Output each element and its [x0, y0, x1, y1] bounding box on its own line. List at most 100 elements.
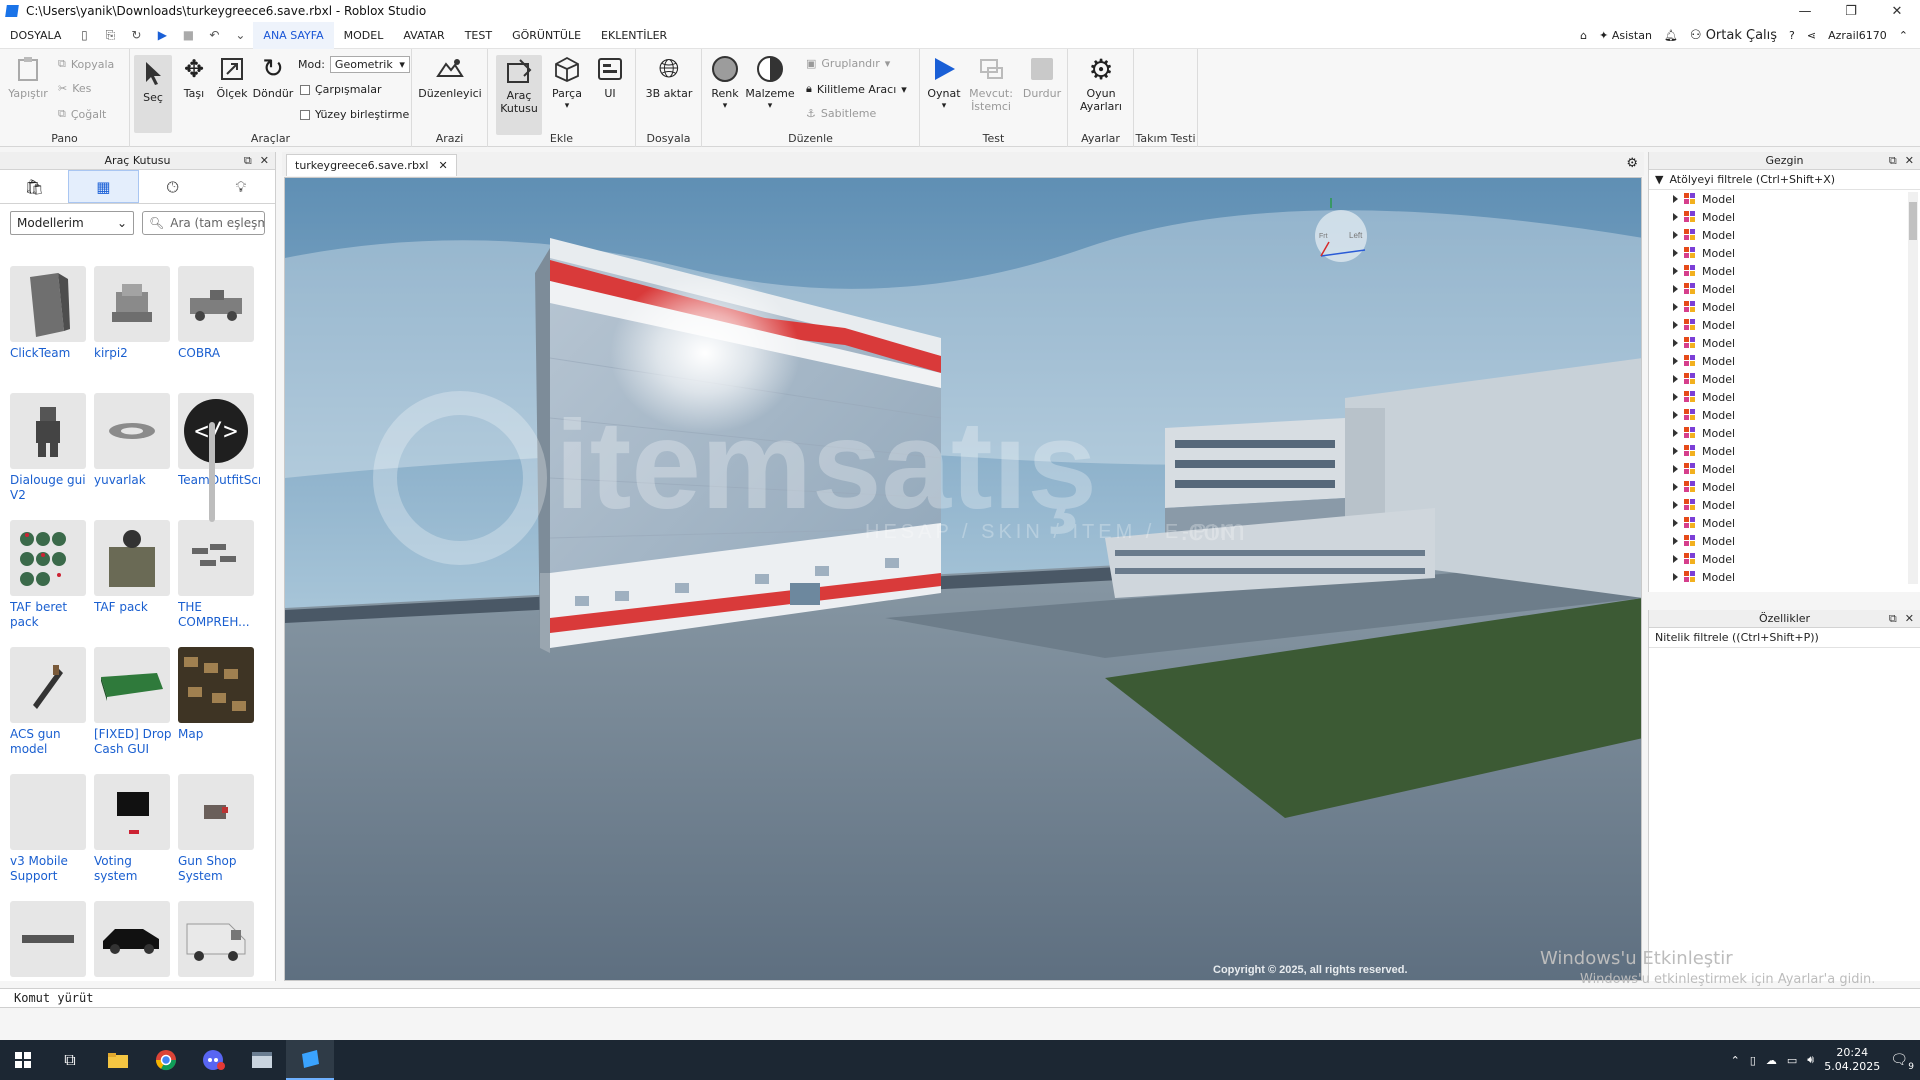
toolbox-item-thumbnail[interactable] — [10, 520, 86, 596]
import3d-button[interactable]: 🌐︎ 3B aktar — [644, 55, 694, 101]
scale-button[interactable]: Ölçek — [213, 55, 251, 100]
tab-avatar[interactable]: AVATAR — [393, 22, 454, 49]
expand-arrow-icon[interactable] — [1673, 519, 1678, 527]
expand-arrow-icon[interactable] — [1673, 411, 1678, 419]
close-icon[interactable]: ✕ — [1905, 154, 1914, 168]
collab-button[interactable]: ⚇ Ortak Çalış — [1690, 28, 1777, 43]
toolbox-item[interactable] — [178, 901, 256, 981]
expand-arrow-icon[interactable] — [1673, 465, 1678, 473]
toolbox-item-thumbnail[interactable] — [94, 520, 170, 596]
expand-arrow-icon[interactable] — [1673, 375, 1678, 383]
explorer-row[interactable]: Model — [1649, 226, 1920, 244]
toolbox-item-name[interactable]: TeamOutfitScript — [178, 473, 260, 488]
app-button[interactable] — [238, 1040, 286, 1080]
close-icon[interactable]: ✕ — [260, 154, 269, 168]
task-view-button[interactable]: ⧉ — [46, 1040, 94, 1080]
network-icon[interactable]: ▭ — [1787, 1054, 1797, 1067]
explorer-row[interactable]: Model — [1649, 478, 1920, 496]
toolbox-item-thumbnail[interactable] — [178, 774, 254, 850]
expand-arrow-icon[interactable] — [1673, 501, 1678, 509]
toolbox-item[interactable]: THE COMPREH... — [178, 520, 256, 630]
play-quick-icon[interactable]: ▶ — [154, 27, 170, 43]
expand-arrow-icon[interactable] — [1673, 321, 1678, 329]
device-icon[interactable]: ▯ — [1750, 1054, 1756, 1067]
expand-icon[interactable]: ⌃ — [1899, 29, 1908, 42]
toolbox-item[interactable] — [94, 901, 172, 981]
tab-recent[interactable]: 🕒︎ — [139, 170, 207, 203]
toolbox-item-thumbnail[interactable] — [94, 647, 170, 723]
user-name[interactable]: Azrail6170 — [1828, 29, 1887, 42]
toolbox-item[interactable]: COBRA — [178, 266, 256, 361]
tab-marketplace[interactable]: 🛍︎ — [0, 170, 68, 203]
explorer-row[interactable]: Model — [1649, 496, 1920, 514]
toolbox-scrollbar[interactable] — [209, 422, 215, 522]
collisions-toggle[interactable]: Çarpışmalar — [300, 83, 382, 96]
explorer-row[interactable]: Model — [1649, 208, 1920, 226]
toolbox-item-name[interactable]: Map — [178, 727, 260, 742]
file-explorer-button[interactable] — [94, 1040, 142, 1080]
close-icon[interactable]: ✕ — [439, 159, 448, 172]
undo-icon[interactable]: ↶ — [206, 27, 222, 43]
explorer-filter-input[interactable]: ▼ Atölyeyi filtrele (Ctrl+Shift+X) — [1649, 170, 1920, 190]
popout-icon[interactable]: ⧉ — [244, 154, 252, 168]
paste-button[interactable]: Yapıştır — [8, 55, 48, 100]
game-settings-button[interactable]: ⚙ Oyun Ayarları — [1076, 55, 1126, 113]
duplicate-button[interactable]: ⧉ Çoğalt — [58, 107, 106, 121]
tab-plugins[interactable]: EKLENTİLER — [591, 22, 677, 49]
copy-button[interactable]: ⧉ Kopyala — [58, 57, 114, 71]
home-icon[interactable]: ⌂ — [1580, 29, 1587, 42]
toolbox-item[interactable]: v3 Mobile Support — [10, 774, 88, 884]
toolbox-item-name[interactable]: THE COMPREH... — [178, 600, 260, 630]
toolbox-item[interactable]: </> TeamOutfitScript — [178, 393, 260, 488]
toolbox-item-thumbnail[interactable] — [10, 393, 86, 469]
part-button[interactable]: Parça ▾ — [546, 55, 588, 113]
expand-arrow-icon[interactable] — [1673, 447, 1678, 455]
toolbox-item[interactable]: Voting system — [94, 774, 172, 884]
open-icon[interactable]: ⎘ — [102, 27, 118, 43]
assistant-button[interactable]: ✦ Asistan — [1599, 29, 1652, 42]
toolbox-item-name[interactable]: yuvarlak — [94, 473, 176, 488]
document-tab[interactable]: turkeygreece6.save.rbxl ✕ — [286, 154, 457, 176]
close-button[interactable]: ✕ — [1874, 0, 1920, 22]
expand-arrow-icon[interactable] — [1673, 339, 1678, 347]
toolbox-search-input[interactable]: 🔍︎Ara (tam eşleşme) — [142, 211, 265, 235]
expand-arrow-icon[interactable] — [1673, 357, 1678, 365]
anchor-button[interactable]: ⚓︎ Sabitleme — [806, 107, 876, 120]
explorer-row[interactable]: Model — [1649, 460, 1920, 478]
toolbox-item-thumbnail[interactable] — [94, 901, 170, 977]
group-button[interactable]: ▣ Gruplandır ▾ — [806, 57, 890, 70]
expand-arrow-icon[interactable] — [1673, 537, 1678, 545]
tab-view[interactable]: GÖRÜNTÜLE — [502, 22, 591, 49]
toolbox-item-thumbnail[interactable] — [94, 774, 170, 850]
toolbox-item-name[interactable]: Dialouge gui V2 — [10, 473, 92, 503]
expand-arrow-icon[interactable] — [1673, 267, 1678, 275]
rotate-button[interactable]: ↻ Döndür — [252, 55, 294, 101]
cloud-icon[interactable]: ☁ — [1766, 1054, 1777, 1067]
explorer-row[interactable]: Model — [1649, 532, 1920, 550]
toolbox-item-thumbnail[interactable] — [178, 901, 254, 977]
toolbox-item-name[interactable]: ClickTeam — [10, 346, 92, 361]
notification-center-icon[interactable]: 🗨︎ 9 — [1890, 1052, 1914, 1072]
toolbox-item[interactable]: TAF pack — [94, 520, 172, 615]
toolbox-item[interactable]: [FIXED] Drop Cash GUI — [94, 647, 172, 757]
chevron-up-icon[interactable]: ⌃ — [1731, 1054, 1740, 1067]
play-button[interactable]: Oynat ▾ — [924, 55, 964, 113]
toolbox-item-thumbnail[interactable] — [10, 647, 86, 723]
3d-viewport[interactable]: itemsatış HESAP / SKIN / ITEM / E-PIN .c… — [284, 177, 1642, 981]
category-select[interactable]: Modellerim ⌄ — [10, 211, 134, 235]
toolbox-item[interactable]: TAF beret pack — [10, 520, 88, 630]
collisions-checkbox[interactable] — [300, 84, 310, 95]
roblox-studio-taskbar-button[interactable] — [286, 1040, 334, 1080]
tab-home[interactable]: ANA SAYFA — [253, 21, 334, 49]
stop-button[interactable]: Durdur — [1020, 55, 1064, 100]
expand-arrow-icon[interactable] — [1673, 303, 1678, 311]
toolbox-item-name[interactable]: v3 Mobile Support — [10, 854, 92, 884]
toolbox-item[interactable]: yuvarlak — [94, 393, 172, 488]
restore-button[interactable]: ❐ — [1828, 0, 1874, 22]
expand-arrow-icon[interactable] — [1673, 213, 1678, 221]
tab-inventory[interactable]: ▦ — [68, 170, 139, 203]
properties-filter-input[interactable]: Nitelik filtrele ((Ctrl+Shift+P)) — [1649, 628, 1920, 648]
expand-arrow-icon[interactable] — [1673, 393, 1678, 401]
explorer-row[interactable]: Model — [1649, 514, 1920, 532]
start-button[interactable] — [0, 1040, 46, 1080]
